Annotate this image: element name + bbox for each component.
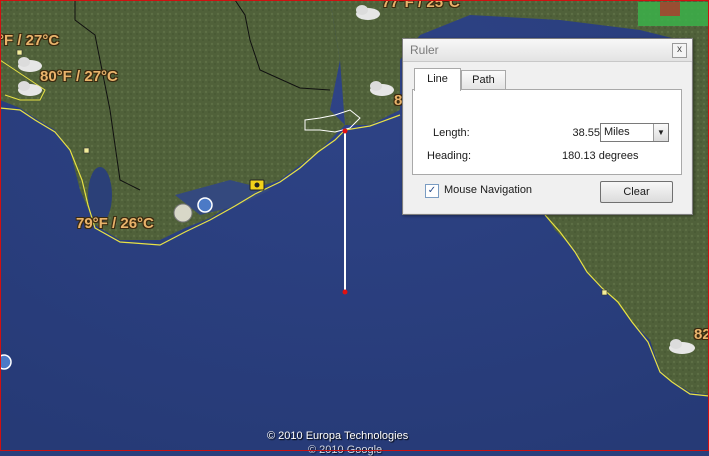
- ruler-end-point[interactable]: [342, 289, 348, 295]
- chevron-down-icon[interactable]: ▼: [653, 124, 668, 141]
- camera-icon[interactable]: [249, 179, 265, 191]
- heading-value: 180.13 degrees: [562, 150, 639, 162]
- place-marker[interactable]: [16, 49, 23, 56]
- weather-label[interactable]: 77°F / 25°C: [382, 0, 460, 11]
- unit-select[interactable]: Miles ▼: [600, 123, 669, 142]
- weather-label[interactable]: °F / 27°C: [0, 32, 59, 49]
- length-value: 38.55: [572, 127, 600, 139]
- mouse-navigation-label: Mouse Navigation: [444, 184, 533, 196]
- close-button[interactable]: x: [672, 43, 687, 58]
- ruler-start-point[interactable]: [342, 128, 348, 134]
- tab-path[interactable]: Path: [461, 70, 506, 89]
- radar-overlay: [660, 2, 680, 16]
- globe-icon[interactable]: [197, 197, 213, 213]
- tab-panel: Length: 38.55 Miles ▼ Heading: 180.13 de…: [412, 89, 682, 175]
- weather-label[interactable]: 80°F / 27°C: [40, 68, 118, 85]
- mouse-navigation-checkbox[interactable]: ✓: [425, 184, 439, 198]
- dialog-title: Ruler: [410, 43, 439, 57]
- moon-icon[interactable]: [173, 203, 193, 223]
- unit-select-value: Miles: [604, 126, 630, 138]
- globe-icon[interactable]: [0, 354, 12, 370]
- map-copyright: © 2010 Europa Technologies: [267, 430, 409, 442]
- dialog-titlebar[interactable]: Ruler x: [403, 39, 692, 62]
- clear-button[interactable]: Clear: [600, 181, 673, 203]
- ruler-dialog: Ruler x Line Path Length: 38.55 Miles ▼ …: [402, 38, 693, 215]
- tab-line[interactable]: Line: [414, 68, 461, 91]
- weather-label[interactable]: 79°F / 26°C: [76, 215, 154, 232]
- weather-label[interactable]: 82: [694, 326, 709, 343]
- place-marker[interactable]: [83, 147, 90, 154]
- place-marker[interactable]: [601, 289, 608, 296]
- map-copyright: © 2010 Google: [308, 444, 383, 456]
- length-label: Length:: [433, 127, 470, 139]
- heading-label: Heading:: [427, 150, 472, 162]
